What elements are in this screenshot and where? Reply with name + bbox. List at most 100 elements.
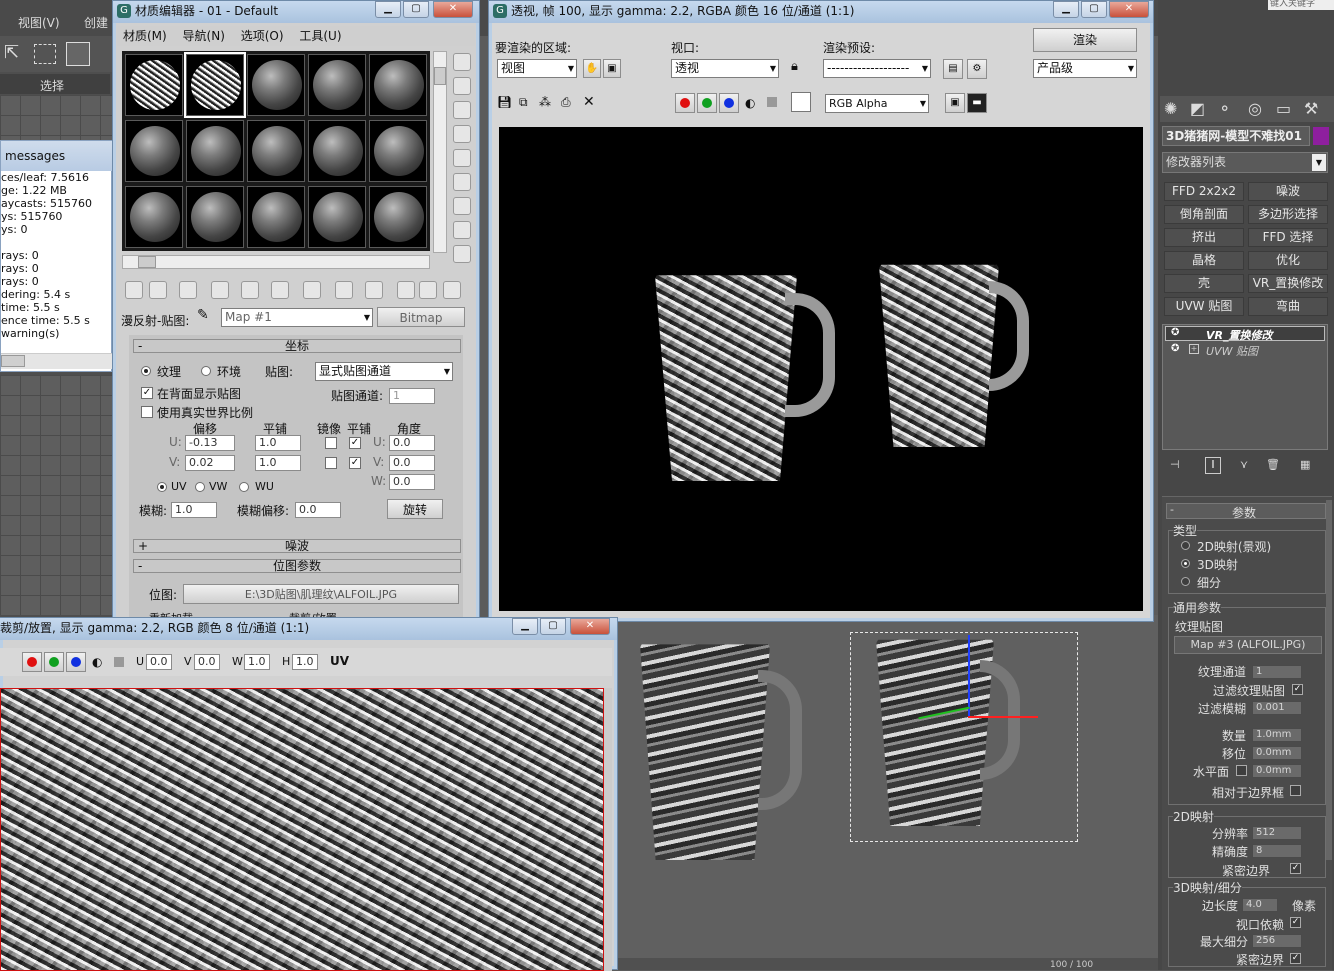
v-mirror-checkbox[interactable] (325, 457, 337, 469)
gizmo-x-axis-icon[interactable] (968, 716, 1038, 718)
eyedropper-icon[interactable]: ✎ (197, 307, 209, 323)
wu-radio[interactable] (239, 482, 249, 492)
sample-vscroll-thumb[interactable] (434, 67, 446, 85)
window-crossing-icon[interactable] (66, 42, 90, 66)
render-button[interactable]: 渲染 (1033, 28, 1137, 52)
select-by-material-icon[interactable] (453, 221, 471, 239)
object-name-field[interactable]: 3D猪猪网-模型不难找01 (1162, 126, 1310, 146)
maximize-button[interactable]: ▢ (403, 1, 429, 18)
video-check-icon[interactable] (453, 149, 471, 167)
render-close-button[interactable]: ✕ (1109, 1, 1149, 18)
bitmap-h-spinner[interactable]: 1.0 (292, 654, 318, 670)
make-unique-icon[interactable] (271, 281, 289, 299)
u-tiling-spinner[interactable]: 1.0 (255, 435, 301, 451)
modify-tab-icon[interactable]: ◩ (1190, 99, 1205, 118)
bitmap-path-button[interactable]: E:\3D贴图\肌理纹\ALFOIL.JPG (183, 584, 459, 604)
make-copy-icon[interactable] (241, 281, 259, 299)
bitmap-image[interactable] (0, 688, 604, 971)
get-material-icon[interactable] (125, 281, 143, 299)
clone-window-icon[interactable]: ⁂ (539, 95, 551, 109)
texture-radio[interactable] (141, 366, 151, 376)
panel-scrollbar[interactable] (1326, 500, 1332, 860)
viewport-mug-right[interactable] (876, 636, 1020, 826)
type-sub-radio[interactable] (1181, 577, 1190, 586)
env-radio[interactable] (201, 366, 211, 376)
type-3d-radio[interactable] (1181, 559, 1190, 568)
modifier-list-dropdown[interactable]: 修改器列表 (1162, 152, 1328, 173)
toggle-overlay-icon[interactable]: ▬ (967, 93, 987, 113)
material-slot[interactable] (308, 186, 366, 248)
v-offset-spinner[interactable]: 0.02 (185, 455, 235, 471)
print-icon[interactable]: ⎙ (561, 95, 571, 110)
viewport-mug-left[interactable] (640, 640, 802, 860)
utilities-tab-icon[interactable]: ⚒ (1304, 99, 1318, 118)
env-effects-icon[interactable]: ⚙ (967, 59, 987, 79)
rotate-button[interactable]: 旋转 (387, 499, 443, 519)
sample-hscroll-thumb[interactable] (138, 256, 156, 268)
material-slot[interactable] (186, 186, 244, 248)
modifier-button[interactable]: 噪波 (1248, 182, 1328, 201)
render-setup-icon[interactable]: ▤ (943, 59, 963, 79)
object-color-swatch[interactable] (1313, 127, 1329, 145)
w-angle-spinner[interactable]: 0.0 (389, 474, 435, 490)
menu-navigation[interactable]: 导航(N) (183, 29, 225, 43)
shift-spinner[interactable]: 0.0mm (1252, 746, 1302, 760)
render-maximize-button[interactable]: ▢ (1081, 1, 1107, 18)
save-image-icon[interactable]: 💾︎ (497, 95, 512, 109)
bulb-icon-2[interactable]: ✪ (1171, 343, 1179, 354)
gizmo-z-axis-icon[interactable] (968, 635, 970, 717)
material-slot[interactable] (247, 120, 305, 182)
modifier-button[interactable]: 壳 (1164, 274, 1244, 293)
preset-dropdown[interactable]: ------------------- (823, 59, 931, 78)
material-slot[interactable] (369, 186, 427, 248)
water-checkbox[interactable] (1236, 765, 1247, 776)
u-mirror-checkbox[interactable] (325, 437, 337, 449)
menu-view[interactable]: 视图(V) (18, 14, 60, 31)
menu-material[interactable]: 材质(M) (123, 29, 167, 43)
material-slot[interactable] (125, 120, 183, 182)
search-field[interactable]: 键入关键字 (1268, 0, 1334, 10)
show-map-icon[interactable] (365, 281, 383, 299)
bitmap-green-button[interactable] (44, 652, 64, 672)
show-back-checkbox[interactable]: ✓ (141, 387, 153, 399)
blur-offset-spinner[interactable]: 0.0 (295, 502, 341, 518)
v-tile-checkbox[interactable]: ✓ (349, 457, 361, 469)
configure-sets-icon[interactable]: ▦ (1300, 458, 1310, 471)
modifier-button[interactable]: 晶格 (1164, 251, 1244, 270)
red-channel-button[interactable] (675, 93, 695, 113)
edit-region-icon[interactable]: ✋ (583, 59, 601, 78)
backlight-icon[interactable] (453, 77, 471, 95)
modifier-button[interactable]: FFD 2x2x2 (1164, 182, 1244, 201)
coords-rollout[interactable]: - 坐标 (133, 339, 461, 353)
uv-radio[interactable] (157, 482, 167, 492)
reset-map-icon[interactable] (211, 281, 229, 299)
modifier-button[interactable]: 多边形选择 (1248, 205, 1328, 224)
go-sibling-icon[interactable] (443, 281, 461, 299)
modifier-button[interactable]: 优化 (1248, 251, 1328, 270)
menu-create[interactable]: 创建 (84, 14, 108, 31)
lock-icon[interactable]: 🔒︎ (791, 59, 798, 74)
bitmap-red-button[interactable] (22, 652, 42, 672)
menu-utilities[interactable]: 工具(U) (299, 29, 341, 43)
tex-channel-spinner[interactable]: 1 (1252, 665, 1302, 679)
modifier-list-arrow-icon[interactable]: ▼ (1312, 154, 1326, 171)
go-parent-icon[interactable] (419, 281, 437, 299)
modifier-button[interactable]: 弯曲 (1248, 297, 1328, 316)
modifier-button[interactable]: 倒角剖面 (1164, 205, 1244, 224)
resolution-spinner[interactable]: 512 (1252, 826, 1302, 840)
amount-spinner[interactable]: 1.0mm (1252, 728, 1302, 742)
options-icon[interactable] (453, 197, 471, 215)
material-slot[interactable] (369, 120, 427, 182)
modifier-button[interactable]: FFD 选择 (1248, 228, 1328, 247)
material-map-navigator-icon[interactable] (453, 245, 471, 263)
edge-spinner[interactable]: 4.0 (1242, 898, 1278, 912)
make-preview-icon[interactable] (453, 173, 471, 191)
sample-type-icon[interactable] (453, 53, 471, 71)
water-spinner[interactable]: 0.0mm (1252, 764, 1302, 778)
minimize-button[interactable]: ▁ (375, 1, 401, 18)
max-sub-spinner[interactable]: 256 (1252, 934, 1302, 948)
area-dropdown[interactable]: 视图 (497, 59, 577, 78)
remove-modifier-icon[interactable]: 🗑 (1266, 458, 1280, 471)
map-type-button[interactable]: Bitmap (377, 307, 465, 327)
copy-image-icon[interactable]: ⧉ (519, 95, 528, 110)
